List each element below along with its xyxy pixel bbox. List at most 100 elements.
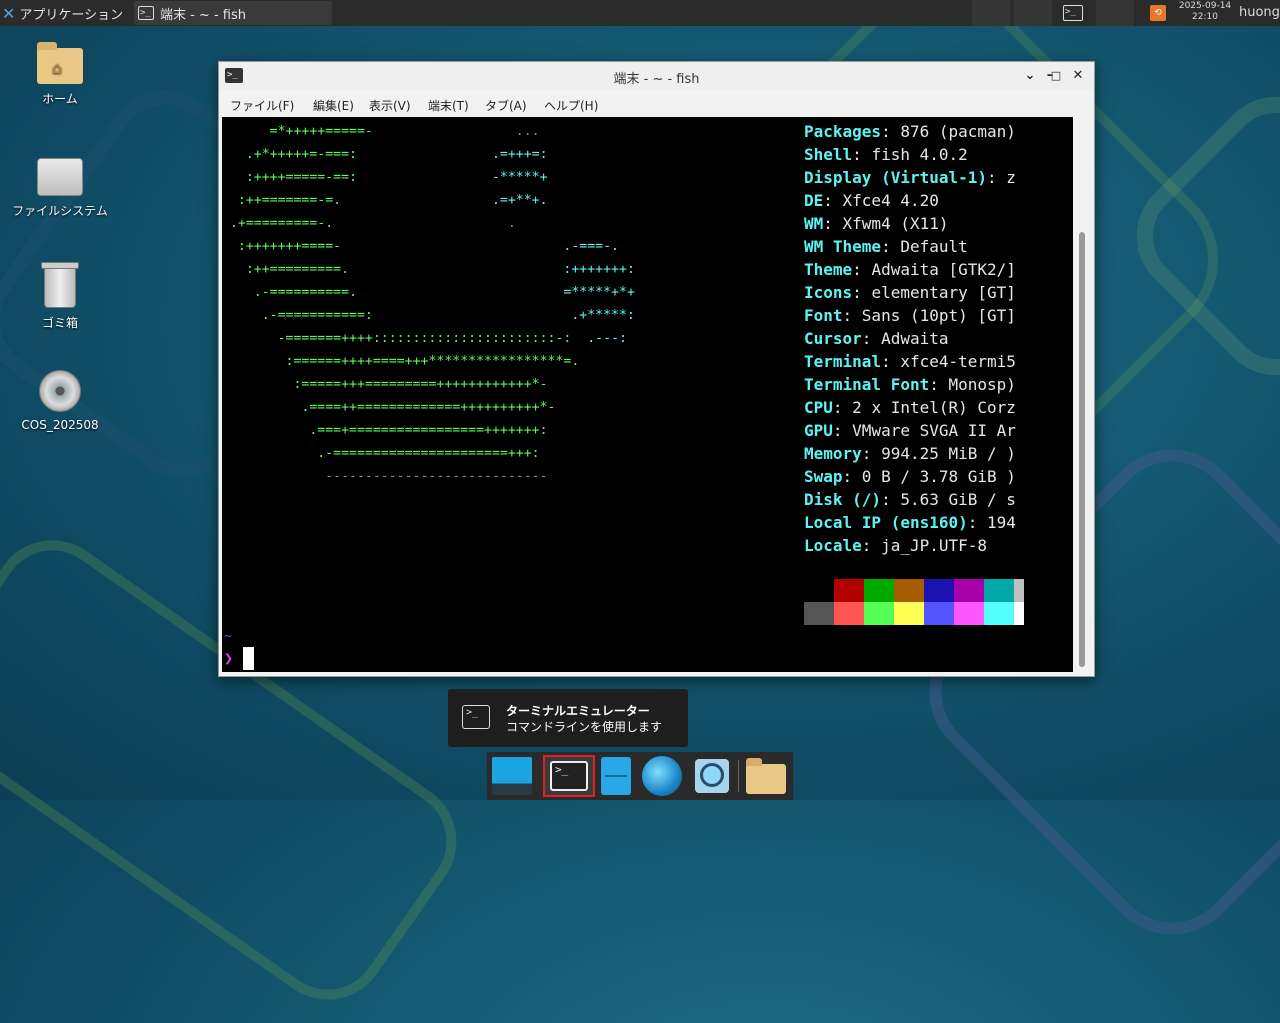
system-info-line: Packages: 876 (pacman) — [804, 120, 1016, 143]
system-info-line: Disk (/): 5.63 GiB / s — [804, 488, 1016, 511]
dock-tooltip: >_ ターミナルエミュレーター コマンドラインを使用します — [448, 689, 688, 747]
file-manager-icon — [601, 757, 631, 795]
menu-terminal[interactable]: 端末(T) — [428, 97, 469, 114]
palette-swatch — [924, 579, 954, 602]
system-info-line: GPU: VMware SVGA II Ar — [804, 419, 1016, 442]
system-info-key: Disk (/) — [804, 490, 882, 509]
system-info-value: : 5.63 GiB / s — [881, 490, 1016, 509]
scrollbar-thumb[interactable] — [1079, 232, 1085, 667]
panel-spacer — [972, 0, 1010, 26]
dock-show-desktop[interactable] — [490, 755, 534, 797]
dock-home-folder[interactable] — [744, 755, 788, 797]
system-info-key: Font — [804, 306, 843, 325]
system-info-value: : VMware SVGA II Ar — [832, 421, 1016, 440]
desktop-icon-label: COS_202508 — [21, 418, 99, 432]
taskbar-button-terminal[interactable]: >_ 端末 - ~ - fish — [134, 1, 332, 25]
prompt-directory: ~ — [224, 629, 232, 644]
palette-swatch — [1014, 602, 1024, 625]
system-info-line: Memory: 994.25 MiB / ) — [804, 442, 1016, 465]
desktop-icon-trash[interactable]: ゴミ箱 — [10, 262, 110, 331]
palette-swatch — [954, 579, 984, 602]
terminal-icon: >_ — [462, 705, 490, 729]
palette-swatch — [894, 579, 924, 602]
show-desktop-icon — [492, 757, 532, 795]
system-info-key: Memory — [804, 444, 862, 463]
system-info-value: : Monosp) — [929, 375, 1016, 394]
palette-swatch — [864, 602, 894, 625]
clock[interactable]: 2025-09-14 22:10 — [1176, 1, 1234, 23]
system-info-line: DE: Xfce4 4.20 — [804, 189, 1016, 212]
wallpaper-shape — [1111, 71, 1280, 401]
system-info-line: Icons: elementary [GT] — [804, 281, 1016, 304]
menu-help[interactable]: ヘルプ(H) — [544, 97, 598, 114]
prompt-symbol: ❯ — [224, 649, 234, 667]
menu-view[interactable]: 表示(V) — [369, 97, 411, 114]
palette-swatch — [834, 579, 864, 602]
user-menu[interactable]: huong — [1239, 5, 1280, 20]
system-info-value: : 2 x Intel(R) Corz — [832, 398, 1016, 417]
applications-menu-label: アプリケーション — [19, 7, 124, 23]
palette-swatch — [984, 579, 1014, 602]
tooltip-title: ターミナルエミュレーター — [506, 704, 650, 718]
menu-file[interactable]: ファイル(F) — [230, 97, 294, 114]
palette-swatch — [834, 602, 864, 625]
system-info-line: Swap: 0 B / 3.78 GiB ) — [804, 465, 1016, 488]
system-info-value: : ja_JP.UTF-8 — [861, 536, 988, 555]
close-button[interactable]: ✕ — [1069, 67, 1087, 85]
system-info-key: WM Theme — [804, 237, 882, 256]
system-info-value: : 876 (pacman) — [881, 122, 1016, 141]
top-panel: ✕ アプリケーション >_ 端末 - ~ - fish >_ ⟲ 2025-09… — [0, 0, 1280, 26]
dock-terminal[interactable]: >_ — [541, 755, 597, 797]
desktop-icon-label: ゴミ箱 — [41, 316, 78, 330]
dock-file-manager[interactable] — [594, 755, 638, 797]
xfce-logo-icon: ✕ — [2, 3, 16, 23]
system-info-key: CPU — [804, 398, 833, 417]
dock-web-browser[interactable] — [640, 755, 684, 797]
distro-ascii-logo: =*+++++=====- ... .+*+++++=-===: .=+++=:… — [229, 124, 635, 484]
color-palette — [804, 579, 1024, 625]
system-info-key: Cursor — [804, 329, 862, 348]
palette-row — [804, 579, 1024, 602]
palette-swatch — [894, 602, 924, 625]
menu-bar: ファイル(F) 編集(E) 表示(V) 端末(T) タブ(A) ヘルプ(H) — [219, 93, 1094, 115]
system-info-line: Terminal: xfce4-termi5 — [804, 350, 1016, 373]
dock-app-finder[interactable] — [690, 755, 734, 797]
system-info-value: : fish 4.0.2 — [852, 145, 968, 164]
dock: >_ — [487, 752, 793, 800]
tray-terminal-button[interactable]: >_ — [1060, 3, 1086, 23]
system-info-key: Icons — [804, 283, 853, 302]
clock-time: 22:10 — [1192, 12, 1218, 22]
maximize-icon[interactable]: □ — [1047, 67, 1065, 85]
folder-icon — [746, 758, 786, 794]
chevron-down-icon[interactable]: ⌄ — [1021, 67, 1039, 85]
system-info-value: : 0 B / 3.78 GiB ) — [842, 467, 1016, 486]
system-info-key: Theme — [804, 260, 853, 279]
menu-edit[interactable]: 編集(E) — [313, 97, 354, 114]
applications-menu[interactable]: ✕ アプリケーション — [0, 0, 134, 26]
palette-row — [804, 602, 1024, 625]
system-info-value: : Adwaita [GTK2/] — [852, 260, 1016, 279]
system-info-key: Terminal Font — [804, 375, 930, 394]
palette-swatch — [804, 579, 834, 602]
optical-disc-icon — [39, 370, 81, 412]
dock-terminal-highlight: >_ — [543, 755, 595, 797]
desktop-icon-filesystem[interactable]: ファイルシステム — [10, 158, 110, 219]
system-info: Packages: 876 (pacman) Shell: fish 4.0.2 D… — [804, 120, 1016, 557]
system-info-line: Theme: Adwaita [GTK2/] — [804, 258, 1016, 281]
system-info-key: Packages — [804, 122, 882, 141]
tooltip-description: コマンドラインを使用します — [506, 720, 663, 734]
menu-tabs[interactable]: タブ(A) — [485, 97, 527, 114]
clock-date: 2025-09-14 — [1178, 1, 1232, 11]
window-titlebar[interactable]: >_ 端末 - ~ - fish ⌄ – □ ✕ — [219, 62, 1094, 90]
update-notifier-icon[interactable]: ⟲ — [1150, 5, 1166, 21]
terminal-icon: >_ — [138, 6, 154, 20]
desktop-icon-home[interactable]: ⌂ ホーム — [10, 42, 110, 107]
text-cursor — [243, 647, 254, 670]
system-info-line: WM: Xfwm4 (X11) — [804, 212, 1016, 235]
terminal-output[interactable]: =*+++++=====- ... .+*+++++=-===: .=+++=:… — [222, 117, 1073, 672]
web-browser-icon — [642, 756, 682, 796]
desktop-icon-disc[interactable]: COS_202508 — [10, 370, 110, 432]
palette-swatch — [984, 602, 1014, 625]
vertical-scrollbar[interactable] — [1074, 117, 1091, 672]
system-info-key: Display (Virtual-1) — [804, 168, 988, 187]
